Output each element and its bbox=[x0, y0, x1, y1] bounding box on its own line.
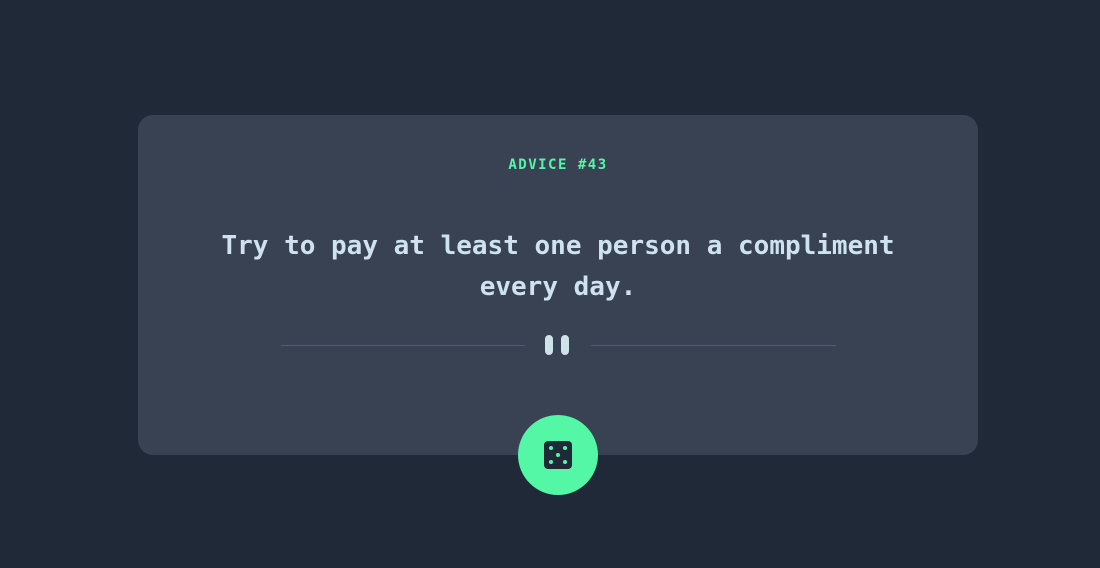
advice-quote: Try to pay at least one person a complim… bbox=[221, 231, 895, 302]
divider-line-left bbox=[281, 345, 525, 346]
dice-icon bbox=[544, 441, 572, 469]
new-advice-button[interactable] bbox=[518, 415, 598, 495]
advice-card: ADVICE #43 Try to pay at least one perso… bbox=[138, 115, 978, 455]
pause-icon bbox=[545, 335, 571, 355]
divider-line-right bbox=[591, 345, 836, 346]
advice-number: ADVICE #43 bbox=[508, 157, 608, 173]
divider bbox=[281, 335, 836, 355]
